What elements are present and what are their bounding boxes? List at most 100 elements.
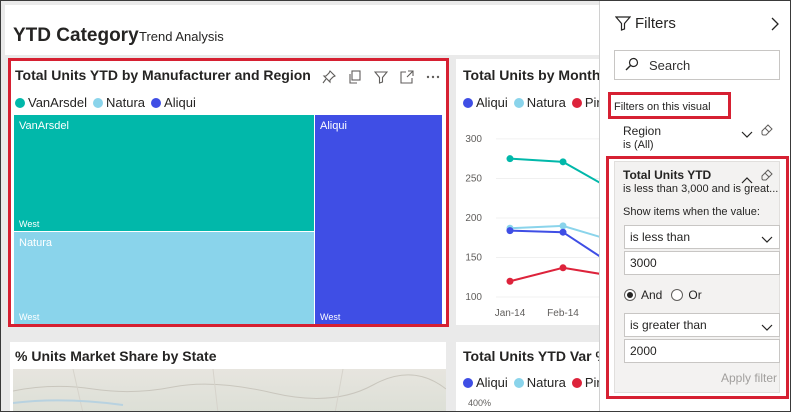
- filters-title: Filters: [635, 15, 676, 32]
- market-share-title: % Units Market Share by State: [15, 348, 217, 364]
- collapse-pane-icon[interactable]: [770, 17, 780, 36]
- page-header: YTD Category Trend Analysis: [5, 5, 599, 55]
- legend-item-natura[interactable]: Natura: [93, 95, 145, 110]
- report-canvas: YTD Category Trend Analysis Total Units …: [1, 1, 599, 411]
- region-filter-card[interactable]: Region is (All): [614, 118, 780, 155]
- legend-label: Aliqui: [164, 95, 196, 110]
- y-tick-label: 150: [465, 253, 482, 264]
- copy-icon[interactable]: [346, 68, 364, 86]
- treemap-title: Total Units YTD by Manufacturer and Regi…: [15, 67, 311, 83]
- treemap-visual[interactable]: Total Units YTD by Manufacturer and Regi…: [10, 59, 446, 325]
- page-subtitle: Trend Analysis: [139, 29, 224, 44]
- legend-label: Natura: [106, 95, 146, 110]
- data-point-vanarsdel[interactable]: [506, 155, 514, 163]
- condition2-dropdown[interactable]: is greater than: [624, 313, 780, 337]
- or-radio[interactable]: [671, 289, 684, 301]
- region-filter-value: is (All): [623, 139, 654, 151]
- filter-icon[interactable]: [372, 68, 390, 86]
- chevron-down-icon: [761, 233, 773, 247]
- line-chart-visual[interactable]: Total Units by Month Aliqui Natura Pirum…: [456, 59, 599, 325]
- series-line-aliqui[interactable]: [509, 229, 599, 267]
- data-point-natura[interactable]: [559, 222, 567, 230]
- line-chart-plot[interactable]: 100 150 200 250 300 Jan-14 Feb-14: [456, 115, 599, 325]
- line-chart-title: Total Units by Month: [463, 67, 599, 83]
- treemap-cell-natura[interactable]: Natura West: [14, 232, 314, 324]
- map-background[interactable]: [12, 368, 447, 411]
- data-point-pirum[interactable]: [559, 264, 567, 272]
- filters-search-input[interactable]: Search: [614, 50, 780, 80]
- y-tick-label: 200: [465, 213, 482, 224]
- legend-dot: [571, 97, 582, 108]
- chevron-down-icon: [761, 321, 773, 335]
- search-icon: [625, 57, 639, 74]
- chevron-up-icon[interactable]: [741, 171, 753, 189]
- legend-item-natura[interactable]: Natura: [513, 375, 566, 390]
- x-tick-label: Jan-14: [495, 308, 526, 319]
- value2-text: 2000: [630, 344, 657, 358]
- legend-dot: [93, 97, 104, 108]
- legend-item-aliqui[interactable]: Aliqui: [151, 95, 196, 110]
- x-tick-label: Feb-14: [547, 308, 579, 319]
- data-point-vanarsdel[interactable]: [559, 158, 567, 166]
- series-line-natura[interactable]: [509, 224, 599, 242]
- page-title: YTD Category: [13, 25, 139, 46]
- var-axis-label: 400%: [468, 398, 492, 408]
- units-filter-card[interactable]: Total Units YTD is less than 3,000 and i…: [614, 161, 780, 393]
- treemap-cell-region: West: [320, 312, 341, 322]
- value2-input[interactable]: 2000: [624, 339, 780, 363]
- legend-item-aliqui[interactable]: Aliqui: [463, 375, 508, 390]
- legend-dot: [513, 97, 524, 108]
- var-chart-visual[interactable]: Total Units YTD Var % Aliqui Natura Piru…: [456, 342, 599, 411]
- legend-item-aliqui[interactable]: Aliqui: [463, 95, 508, 110]
- y-tick-label: 300: [465, 134, 482, 145]
- or-label: Or: [688, 288, 702, 302]
- series-line-pirum[interactable]: [509, 266, 599, 283]
- eraser-icon[interactable]: [761, 123, 773, 141]
- legend-dot: [513, 377, 524, 388]
- treemap-cell-region: West: [19, 312, 40, 322]
- legend-dot: [463, 97, 473, 108]
- treemap-cell-vanarsdel[interactable]: VanArsdel West: [14, 115, 314, 231]
- search-placeholder: Search: [649, 57, 691, 73]
- chevron-down-icon[interactable]: [741, 126, 753, 144]
- legend-dot: [151, 97, 162, 108]
- show-items-label: Show items when the value:: [623, 206, 760, 218]
- legend-item-natura[interactable]: Natura: [513, 95, 566, 110]
- y-tick-label: 100: [465, 292, 482, 303]
- more-options-icon[interactable]: [424, 68, 442, 86]
- treemap-cell-label: VanArsdel: [19, 120, 69, 132]
- legend-label: Natura: [526, 375, 566, 390]
- treemap-cell-label: Aliqui: [320, 120, 347, 132]
- legend-item-pirum[interactable]: Pirum: [571, 95, 599, 110]
- legend-label: Pirum: [584, 95, 599, 110]
- series-line-vanarsdel[interactable]: [509, 157, 599, 192]
- focus-mode-icon[interactable]: [398, 68, 416, 86]
- legend-label: Aliqui: [476, 95, 508, 110]
- legend-dot: [15, 97, 25, 108]
- data-point-aliqui[interactable]: [559, 228, 567, 236]
- legend-dot: [463, 377, 473, 388]
- region-filter-title: Region: [623, 124, 662, 138]
- condition1-dropdown[interactable]: is less than: [624, 225, 780, 249]
- value1-input[interactable]: 3000: [624, 251, 780, 275]
- treemap-cell-aliqui[interactable]: Aliqui West: [315, 115, 442, 324]
- condition2-value: is greater than: [630, 318, 707, 332]
- and-radio[interactable]: [624, 289, 636, 301]
- legend-item-vanarsdel[interactable]: VanArsdel: [15, 95, 87, 110]
- var-chart-legend: Aliqui Natura Pirum: [463, 375, 599, 390]
- units-filter-summary: is less than 3,000 and is great...: [623, 183, 779, 195]
- operator-group: And Or: [624, 288, 702, 302]
- line-chart-legend: Aliqui Natura Pirum: [463, 95, 599, 110]
- filters-pane: Filters Search Filters on this visual Re…: [599, 1, 790, 411]
- condition1-value: is less than: [630, 230, 691, 244]
- legend-dot: [571, 377, 582, 388]
- eraser-icon[interactable]: [761, 168, 773, 186]
- pin-icon[interactable]: [320, 68, 338, 86]
- data-point-aliqui[interactable]: [506, 227, 514, 235]
- apply-filter-button[interactable]: Apply filter: [721, 371, 777, 385]
- var-chart-title: Total Units YTD Var %: [463, 348, 599, 364]
- legend-item-pirum[interactable]: Pirum: [571, 375, 599, 390]
- filter-icon: [614, 15, 632, 36]
- y-tick-label: 250: [465, 173, 482, 184]
- data-point-pirum[interactable]: [506, 277, 514, 285]
